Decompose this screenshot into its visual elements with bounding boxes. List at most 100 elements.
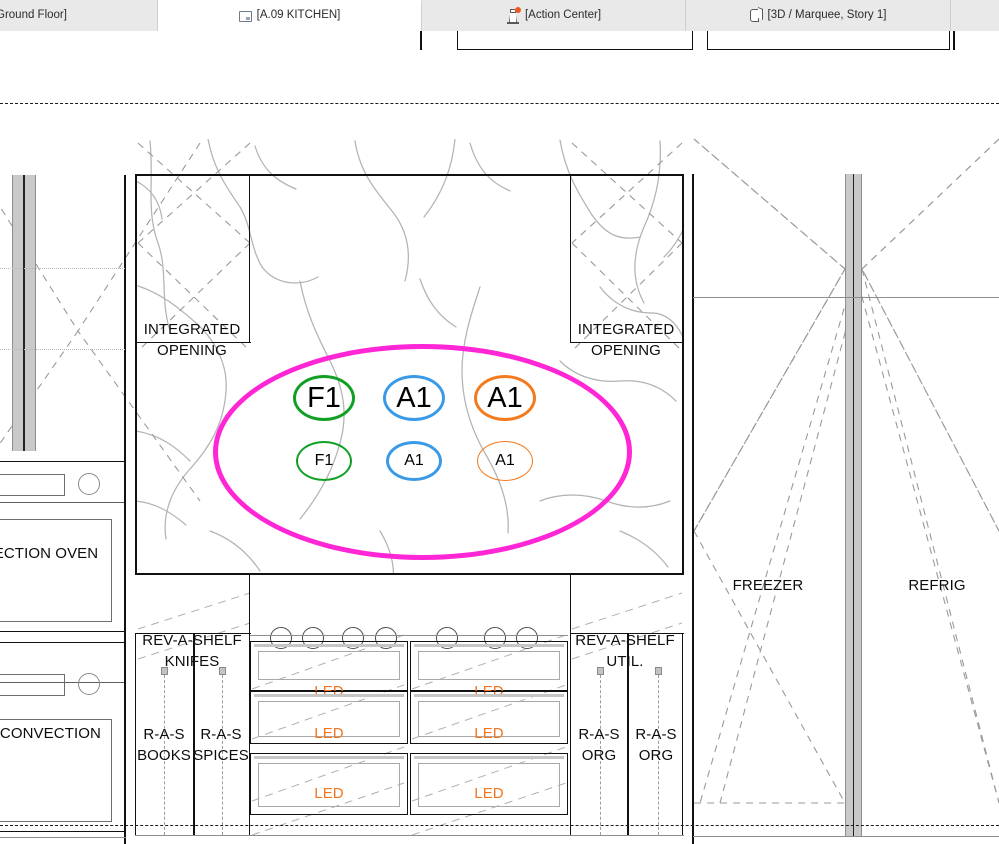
tag-f1-small[interactable]: F1 (296, 441, 352, 481)
fridge-center-mullion (845, 174, 862, 837)
integrated-opening-right-label: INTEGRATED OPENING (561, 320, 691, 361)
tag-a1-large-blue[interactable]: A1 (383, 375, 445, 421)
refrig-label: REFRIG (908, 577, 966, 594)
pullout-handle-nub[interactable] (161, 667, 168, 675)
knifes-cell-right-edge (249, 574, 251, 634)
label-line-1: REV-A-SHELF (575, 632, 675, 649)
integrated-opening-left-label: INTEGRATED OPENING (127, 320, 257, 361)
drawer-reveal (414, 694, 564, 697)
steam-convection-label: M CONVECTION (0, 725, 101, 742)
fridge-horizontal-shelf-line (693, 297, 999, 299)
tab-ground-floor[interactable]: Ground Floor] (0, 0, 158, 31)
pullout-handle-nub[interactable] (219, 667, 226, 675)
application-window: Ground Floor] [A.09 KITCHEN] [Action Cen… (0, 0, 999, 844)
ras-spices-label: R-A-S SPICES (181, 725, 261, 766)
label-line-2: OPENING (591, 341, 661, 359)
tag-text: A1 (487, 381, 523, 414)
countertop-line (135, 573, 684, 575)
drawer-reveal (254, 644, 404, 647)
cooktop-bottom-edge (250, 635, 568, 636)
cube-icon (749, 6, 763, 23)
steam-convection-display (0, 674, 65, 696)
label-line-2: ORG (638, 746, 674, 764)
fridge-bay-left-edge (692, 174, 694, 844)
convection-oven-control-divider (0, 502, 126, 503)
tab-label: Ground Floor] (0, 8, 67, 21)
ras-org-label-2: R-A-S ORG (616, 725, 696, 766)
led-label: LED (314, 725, 344, 742)
convection-oven-label: ECTION OVEN (0, 545, 99, 562)
tab-label: [3D / Marquee, Story 1] (767, 8, 887, 21)
label-line-1: R-A-S (143, 726, 185, 743)
monitor-icon (238, 10, 252, 22)
upper-cabinet-left-clipped (457, 31, 693, 50)
label-line-1: R-A-S (200, 726, 242, 743)
lighthouse-icon (506, 6, 521, 24)
rev-a-shelf-knifes-label: REV-A-SHELF KNIFES (122, 631, 262, 672)
label-line-2: OPENING (157, 341, 227, 359)
convection-oven-knob[interactable] (78, 473, 100, 495)
tag-a1-large-orange[interactable]: A1 (474, 375, 536, 421)
tab-action-center[interactable]: [Action Center] (422, 0, 686, 31)
left-panel-shelf-line-2 (0, 349, 125, 350)
led-label: LED (474, 785, 504, 802)
convection-oven-display (0, 474, 65, 496)
integrated-opening-left-right-edge (249, 174, 251, 343)
upper-divider-b (953, 31, 955, 50)
tag-text: F1 (307, 381, 341, 414)
tab-label: [A.09 KITCHEN] (256, 9, 341, 22)
tag-f1-large[interactable]: F1 (293, 375, 355, 421)
label-line-1: INTEGRATED (577, 321, 675, 338)
tag-text: A1 (404, 452, 424, 469)
led-label: LED (314, 785, 344, 802)
left-panel-right-edge (124, 175, 126, 451)
pullout-handle-nub[interactable] (655, 667, 662, 675)
upper-divider-a (420, 31, 422, 50)
drawer-reveal (254, 756, 404, 759)
backsplash-top-edge (135, 174, 684, 176)
left-panel-shelf-line-1 (0, 268, 125, 269)
label-line-2: KNIFES (164, 652, 220, 670)
drawer-front-inner (418, 651, 560, 680)
led-label: LED (474, 725, 504, 742)
tag-a1-small-blue[interactable]: A1 (386, 441, 442, 481)
tag-text: A1 (396, 381, 432, 414)
steam-convection-knob[interactable] (78, 673, 100, 695)
left-column-baseline (0, 837, 126, 839)
ceiling-guide-line (0, 103, 999, 104)
label-line-2: ORG (581, 746, 617, 764)
tag-text: F1 (314, 452, 334, 469)
fridge-bay-baseline (693, 836, 999, 838)
floor-guide-line (0, 825, 999, 826)
drawer-front-inner (258, 651, 400, 680)
label-line-1: R-A-S (635, 726, 677, 743)
backsplash-left-edge (135, 174, 137, 574)
rev-a-shelf-util-label: REV-A-SHELF UTIL. (555, 631, 695, 672)
freezer-label: FREEZER (732, 577, 804, 594)
document-tab-bar: Ground Floor] [A.09 KITCHEN] [Action Cen… (0, 0, 999, 31)
tag-text: A1 (495, 452, 515, 469)
tab-overflow[interactable] (951, 0, 999, 31)
upper-cabinet-right-clipped (707, 31, 950, 50)
label-line-1: REV-A-SHELF (142, 632, 242, 649)
label-line-1: R-A-S (578, 726, 620, 743)
tab-label: [Action Center] (524, 8, 602, 21)
label-line-2: SPICES (193, 746, 249, 764)
toe-kick-top-line (135, 835, 684, 837)
backsplash-right-edge (682, 174, 684, 574)
wall-mullion-left (12, 175, 36, 451)
tab-3d-marquee[interactable]: [3D / Marquee, Story 1] (686, 0, 951, 31)
drawer-reveal (254, 694, 404, 697)
drawer-reveal (414, 644, 564, 647)
util-cell-left-edge (570, 574, 572, 634)
notification-dot-icon (514, 6, 521, 13)
tab-a09-kitchen[interactable]: [A.09 KITCHEN] (158, 0, 422, 31)
pullout-handle-nub[interactable] (597, 667, 604, 675)
tag-a1-small-orange[interactable]: A1 (477, 441, 533, 481)
convection-oven-door-glass (0, 519, 112, 622)
label-line-1: INTEGRATED (143, 321, 241, 338)
integrated-opening-right-left-edge (570, 174, 572, 343)
cad-drawing-canvas[interactable]: ECTION OVEN M CONVECTION INTEGRATED OPEN… (0, 31, 999, 844)
label-line-2: UTIL. (606, 652, 644, 670)
drawer-reveal (414, 756, 564, 759)
